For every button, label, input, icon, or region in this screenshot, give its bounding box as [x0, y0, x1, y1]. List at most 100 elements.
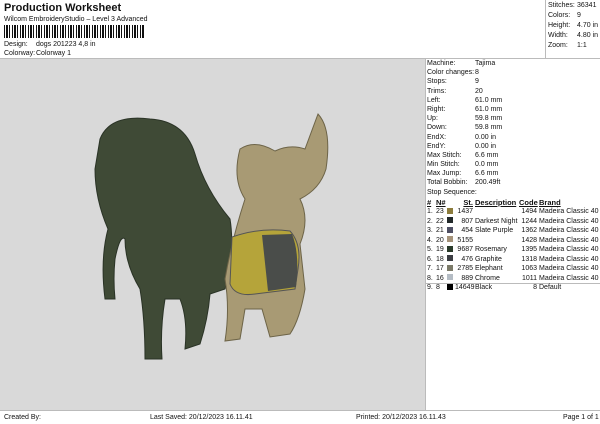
- info-row: Max Jump: 6.6 mm: [427, 170, 600, 179]
- stop-code: 1318: [521, 255, 537, 263]
- info-row: Left: 61.0 mm: [427, 97, 600, 106]
- color-swatch: [447, 245, 453, 252]
- stop-n: 20: [436, 236, 444, 244]
- stop-n: 19: [436, 246, 444, 254]
- table-row: 2. 22 807 Darkest Night 1244 Madeira Classic …: [427, 216, 599, 226]
- created-by: Created By:: [4, 414, 41, 421]
- stop-num: 9.: [427, 284, 433, 292]
- stop-description: Rosemary: [475, 246, 507, 254]
- info-value: 20: [475, 87, 483, 95]
- color-swatch: [447, 264, 453, 271]
- info-row: EndY: 0.00 in: [427, 143, 600, 152]
- table-row: 9. 8 14649 Black 8 Default: [427, 283, 599, 293]
- info-label: Max Stitch:: [427, 151, 462, 159]
- page-number: Page 1 of 1: [563, 414, 599, 421]
- design-preview: [0, 59, 426, 410]
- info-value: 61.0 mm: [475, 105, 503, 113]
- stop-code: 1494: [521, 208, 537, 216]
- info-label: Down:: [427, 124, 447, 132]
- info-label: Max Jump:: [427, 170, 462, 178]
- stop-stitches: 5155: [457, 236, 473, 244]
- color-swatch: [447, 255, 453, 262]
- stat-label: Stitches:: [548, 2, 575, 9]
- colorway-row: Colorway:Colorway 1: [4, 50, 71, 57]
- design-row: Design: dogs 201223 4,8 in: [4, 41, 96, 48]
- info-label: Right:: [427, 105, 446, 113]
- stop-code: 1244: [521, 217, 537, 225]
- stop-description: Black: [475, 284, 493, 292]
- stat-label: Height:: [548, 22, 571, 29]
- design-value: dogs 201223 4,8 in: [36, 41, 96, 48]
- color-swatch: [447, 207, 453, 214]
- stat-value: 9: [577, 12, 581, 19]
- stat-row: Stitches: 36341: [548, 2, 600, 12]
- stop-description: Slate Purple: [475, 227, 514, 235]
- stop-brand: Madeira Classic 40: [539, 208, 599, 216]
- info-row: Color changes:8: [427, 69, 600, 78]
- stop-num: 3.: [427, 227, 433, 235]
- table-row: 7. 17 2785 Elephant 1063 Madeira Classic 40: [427, 264, 599, 274]
- last-saved: Last Saved: 20/12/2023 16.11.41: [150, 414, 253, 421]
- stop-description: Elephant: [475, 265, 503, 273]
- info-value: 59.8 mm: [475, 115, 503, 123]
- info-row: Stops: 9: [427, 78, 600, 87]
- col-code: Code: [519, 197, 538, 207]
- col-st: St.: [463, 197, 473, 207]
- info-label: Color changes:: [427, 69, 475, 77]
- header: Production Worksheet Wilcom EmbroiderySt…: [0, 0, 600, 59]
- info-value: 0.0 mm: [475, 161, 499, 169]
- stat-row: Colors: 9: [548, 12, 600, 22]
- stop-n: 22: [436, 217, 444, 225]
- colorway-label: Colorway:: [4, 50, 36, 57]
- stop-code: 1428: [521, 236, 537, 244]
- stop-n: 23: [436, 208, 444, 216]
- stop-brand: Madeira Classic 40: [539, 217, 599, 225]
- stat-value: 36341: [577, 2, 597, 9]
- stop-brand: Madeira Classic 40: [539, 255, 599, 263]
- stop-n: 8: [436, 284, 440, 292]
- stop-num: 1.: [427, 208, 433, 216]
- color-swatch: [447, 274, 453, 281]
- stop-stitches: 1437: [457, 208, 473, 216]
- stop-brand: Madeira Classic 40: [539, 274, 599, 282]
- col-brand: Brand: [539, 197, 561, 207]
- printed: Printed: 20/12/2023 16.11.43: [356, 414, 446, 421]
- stat-value: 1:1: [577, 42, 587, 49]
- stop-stitches: 889: [461, 274, 473, 282]
- info-value: 0.00 in: [475, 142, 497, 150]
- info-row: Right: 61.0 mm: [427, 106, 600, 115]
- color-swatch: [447, 236, 453, 243]
- footer: Created By: Last Saved: 20/12/2023 16.11…: [0, 410, 600, 424]
- col-num: #: [427, 197, 432, 207]
- info-label: Up:: [427, 115, 438, 123]
- stop-stitches: 476: [461, 255, 473, 263]
- info-label: Total Bobbin:: [427, 179, 468, 187]
- stop-code: 1063: [521, 265, 537, 273]
- colorway-value: Colorway 1: [36, 50, 72, 57]
- stat-row: Width: 4.80 in: [548, 32, 600, 42]
- info-row: Min Stitch: 0.0 mm: [427, 161, 600, 170]
- info-row: Trims: 20: [427, 88, 600, 97]
- col-desc: Description: [475, 197, 517, 207]
- table-row: 4. 20 5155 1428 Madeira Classic 40: [427, 235, 599, 245]
- stat-value: 4.70 in: [577, 22, 599, 29]
- stop-n: 18: [436, 255, 444, 263]
- info-row: Total Bobbin: 200.49ft: [427, 179, 600, 188]
- color-swatch: [447, 283, 453, 290]
- stop-num: 5.: [427, 246, 433, 254]
- table-row: 8. 16 889 Chrome 1011 Madeira Classic 40: [427, 273, 599, 283]
- info-value: 6.6 mm: [475, 170, 499, 178]
- info-row: Down: 59.8 mm: [427, 124, 600, 133]
- stop-description: Graphite: [475, 255, 502, 263]
- stop-stitches: 9687: [457, 246, 473, 254]
- stop-stitches: 807: [461, 217, 473, 225]
- table-row: 6. 18 476 Graphite 1318 Madeira Classic 40: [427, 254, 599, 264]
- stop-sequence-table: # N# St. Description Code Brand 1. 23 1437…: [427, 198, 599, 293]
- stop-code: 1395: [521, 246, 537, 254]
- info-label: EndX:: [427, 133, 447, 141]
- color-swatch: [447, 217, 453, 224]
- stats-panel: Stitches: 36341 Colors: 9 Height: 4.70 in Widt…: [545, 0, 600, 59]
- info-label: EndY:: [427, 142, 446, 150]
- stop-stitches: 454: [461, 227, 473, 235]
- color-swatch: [447, 226, 453, 233]
